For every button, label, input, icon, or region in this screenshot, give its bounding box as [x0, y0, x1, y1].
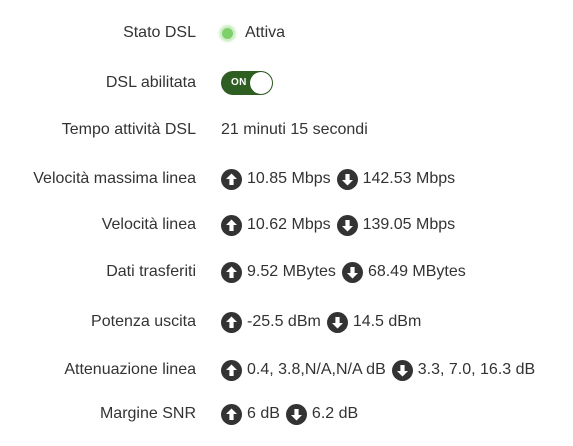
attenuazione-down: 3.3, 7.0, 16.3 dB	[417, 361, 536, 378]
arrow-down-circle-icon	[336, 214, 358, 236]
potenza-uscita-up: -25.5 dBm	[247, 313, 321, 330]
row-velocita-massima: Velocità massima linea 10.85 Mbps 142.53…	[0, 167, 573, 191]
arrow-down-circle-icon	[326, 311, 348, 333]
arrow-up-circle-icon	[221, 168, 242, 190]
dati-trasferiti-up: 9.52 MBytes	[247, 263, 336, 280]
velocita-massima-down: 142.53 Mbps	[362, 170, 456, 187]
stato-dsl-value: Attiva	[245, 24, 286, 41]
row-stato-dsl: Stato DSL Attiva	[0, 21, 573, 45]
row-potenza-uscita: Potenza uscita -25.5 dBm 14.5 dBm	[0, 310, 573, 334]
velocita-linea-down: 139.05 Mbps	[362, 216, 456, 233]
status-dot-icon	[222, 27, 233, 39]
tempo-attivita-label: Tempo attività DSL	[61, 121, 196, 138]
margine-snr-up: 6 dB	[247, 405, 280, 422]
potenza-uscita-down: 14.5 dBm	[352, 313, 422, 330]
row-attenuazione-linea: Attenuazione linea 0.4, 3.8,N/A,N/A dB 3…	[0, 358, 573, 382]
row-margine-snr: Margine SNR 6 dB 6.2 dB	[0, 402, 573, 426]
toggle-knob	[250, 72, 272, 94]
row-dati-trasferiti: Dati trasferiti 9.52 MBytes 68.49 MBytes	[0, 260, 573, 284]
velocita-massima-label: Velocità massima linea	[33, 170, 196, 187]
tempo-attivita-value-group: 21 minuti 15 secondi	[221, 118, 368, 142]
arrow-up-circle-icon	[221, 311, 242, 333]
row-dsl-abilitata: DSL abilitata ON	[0, 71, 573, 95]
arrow-down-circle-icon	[336, 168, 358, 190]
toggle-on-label: ON	[231, 77, 247, 88]
velocita-linea-up: 10.62 Mbps	[247, 216, 331, 233]
arrow-down-circle-icon	[285, 403, 307, 425]
stato-dsl-value-group: Attiva	[221, 21, 285, 45]
velocita-linea-value-group: 10.62 Mbps 139.05 Mbps	[221, 213, 455, 237]
margine-snr-label: Margine SNR	[99, 405, 196, 422]
dsl-enabled-toggle[interactable]: ON	[221, 71, 273, 95]
dati-trasferiti-value-group: 9.52 MBytes 68.49 MBytes	[221, 260, 466, 284]
dati-trasferiti-label: Dati trasferiti	[106, 263, 196, 280]
row-tempo-attivita: Tempo attività DSL 21 minuti 15 secondi	[0, 118, 573, 142]
margine-snr-down: 6.2 dB	[311, 405, 359, 422]
arrow-down-circle-icon	[341, 261, 363, 283]
attenuazione-value-group: 0.4, 3.8,N/A,N/A dB 3.3, 7.0, 16.3 dB	[221, 358, 535, 382]
arrow-up-circle-icon	[221, 261, 242, 283]
attenuazione-up: 0.4, 3.8,N/A,N/A dB	[247, 361, 386, 378]
tempo-attivita-value: 21 minuti 15 secondi	[221, 121, 368, 138]
margine-snr-value-group: 6 dB 6.2 dB	[221, 402, 358, 426]
arrow-up-circle-icon	[221, 359, 242, 381]
potenza-uscita-value-group: -25.5 dBm 14.5 dBm	[221, 310, 421, 334]
arrow-up-circle-icon	[221, 403, 242, 425]
dati-trasferiti-down: 68.49 MBytes	[367, 263, 466, 280]
dsl-abilitata-label: DSL abilitata	[105, 74, 196, 91]
dsl-abilitata-value-group: ON	[221, 71, 273, 95]
velocita-massima-value-group: 10.85 Mbps 142.53 Mbps	[221, 167, 455, 191]
velocita-massima-up: 10.85 Mbps	[247, 170, 331, 187]
attenuazione-label: Attenuazione linea	[64, 361, 196, 378]
velocita-linea-label: Velocità linea	[101, 216, 196, 233]
potenza-uscita-label: Potenza uscita	[91, 313, 196, 330]
stato-dsl-label: Stato DSL	[123, 24, 196, 41]
arrow-up-circle-icon	[221, 214, 242, 236]
row-velocita-linea: Velocità linea 10.62 Mbps 139.05 Mbps	[0, 213, 573, 237]
arrow-down-circle-icon	[391, 359, 413, 381]
